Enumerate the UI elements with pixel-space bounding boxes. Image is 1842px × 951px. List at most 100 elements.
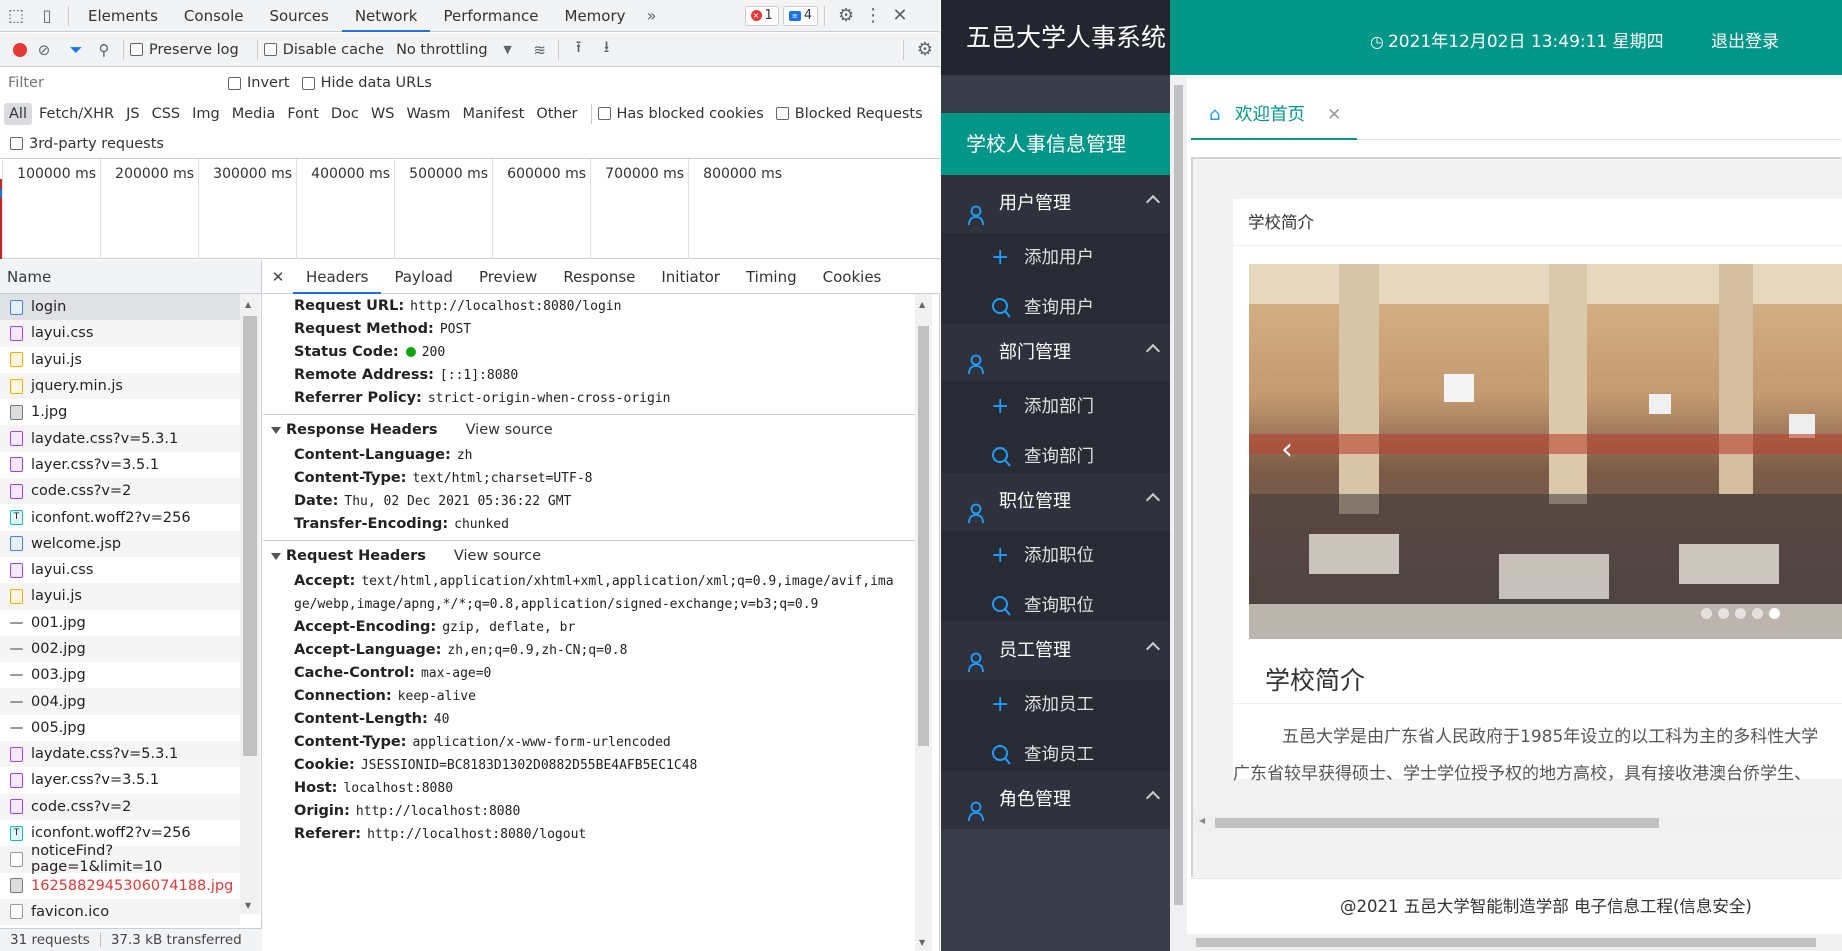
- disable-cache-checkbox[interactable]: Disable cache: [263, 42, 384, 58]
- filter-type-js[interactable]: JS: [121, 103, 144, 125]
- filter-type-doc[interactable]: Doc: [326, 103, 364, 125]
- response-headers-section-title[interactable]: Response Headers View source: [263, 414, 918, 444]
- tab-response[interactable]: Response: [550, 260, 648, 294]
- filter-type-fetchxhr[interactable]: Fetch/XHR: [34, 103, 119, 125]
- carousel-prev-icon[interactable]: ‹: [1281, 432, 1293, 467]
- sidebar-scrollbar[interactable]: [1170, 75, 1187, 951]
- tab-initiator[interactable]: Initiator: [648, 260, 733, 294]
- nav-title[interactable]: 学校人事信息管理: [941, 113, 1170, 175]
- message-badge[interactable]: ≡ 4: [782, 5, 819, 26]
- tab-performance[interactable]: Performance: [430, 0, 551, 32]
- filter-type-font[interactable]: Font: [282, 103, 324, 125]
- filter-type-wasm[interactable]: Wasm: [401, 103, 455, 125]
- filter-type-manifest[interactable]: Manifest: [457, 103, 529, 125]
- scrollbar-thumb[interactable]: [1215, 818, 1659, 828]
- device-toolbar-icon[interactable]: ▯: [32, 6, 62, 25]
- request-row[interactable]: 003.jpg: [0, 662, 240, 688]
- network-overview-timeline[interactable]: 100000 ms 200000 ms 300000 ms 400000 ms 5000…: [0, 159, 940, 259]
- tab-timing[interactable]: Timing: [733, 260, 810, 294]
- tab-memory[interactable]: Memory: [552, 0, 639, 32]
- request-row[interactable]: welcome.jsp: [0, 530, 240, 557]
- nav-item[interactable]: + 添加职位: [941, 531, 1170, 581]
- request-row[interactable]: laydate.css?v=5.3.1: [0, 425, 240, 452]
- request-row[interactable]: Ticonfont.woff2?v=256: [0, 820, 240, 846]
- request-row[interactable]: layer.css?v=3.5.1: [0, 452, 240, 478]
- request-row[interactable]: layui.js: [0, 583, 240, 610]
- record-icon[interactable]: [13, 42, 27, 57]
- import-har-icon[interactable]: ⭱: [565, 36, 593, 63]
- third-party-checkbox[interactable]: 3rd-party requests: [10, 136, 164, 152]
- filter-type-media[interactable]: Media: [227, 103, 281, 125]
- nav-item[interactable]: + 添加用户: [941, 233, 1170, 283]
- filter-type-all[interactable]: All: [4, 102, 32, 125]
- tab-preview[interactable]: Preview: [466, 260, 550, 294]
- tab-payload[interactable]: Payload: [381, 260, 466, 294]
- scrollbar-thumb[interactable]: [1196, 938, 1816, 947]
- blocked-requests-checkbox[interactable]: Blocked Requests: [775, 106, 923, 122]
- name-column-header[interactable]: Name: [0, 260, 261, 294]
- scroll-up-icon[interactable]: ▲: [919, 300, 925, 309]
- more-options-icon[interactable]: ⋮: [861, 5, 885, 26]
- more-tabs-chevron-icon[interactable]: »: [639, 6, 665, 25]
- carousel-dot-active[interactable]: [1769, 608, 1780, 619]
- hide-data-urls-checkbox[interactable]: Hide data URLs: [301, 75, 432, 91]
- request-row[interactable]: laydate.css?v=5.3.1: [0, 741, 240, 768]
- request-list-scrollbar[interactable]: ▲ ▼: [240, 294, 260, 914]
- has-blocked-cookies-checkbox[interactable]: Has blocked cookies: [597, 106, 764, 122]
- nav-item[interactable]: + 添加员工: [941, 680, 1170, 730]
- scrollbar-thumb[interactable]: [1174, 85, 1183, 905]
- clear-icon[interactable]: ⊘: [27, 41, 61, 59]
- invert-checkbox[interactable]: Invert: [228, 75, 290, 91]
- close-detail-icon[interactable]: ✕: [263, 268, 293, 286]
- settings-gear-icon[interactable]: ⚙: [831, 5, 861, 26]
- request-row[interactable]: jquery.min.js: [0, 372, 240, 400]
- nav-group-1[interactable]: 部门管理: [941, 324, 1170, 382]
- scrollbar-thumb[interactable]: [243, 316, 257, 756]
- chevron-down-icon[interactable]: ▼: [488, 43, 528, 56]
- export-har-icon[interactable]: ⭳: [593, 36, 621, 63]
- tab-elements[interactable]: Elements: [75, 0, 171, 32]
- request-row[interactable]: 001.jpg: [0, 610, 240, 636]
- request-row[interactable]: layui.js: [0, 347, 240, 373]
- logout-link[interactable]: 退出登录: [1711, 27, 1779, 52]
- carousel-dot[interactable]: [1701, 608, 1712, 619]
- tab-headers[interactable]: Headers: [293, 260, 382, 294]
- content-horizontal-scrollbar[interactable]: ◀: [1193, 814, 1842, 831]
- nav-group-2[interactable]: 职位管理: [941, 473, 1170, 531]
- request-row[interactable]: layui.css: [0, 557, 240, 583]
- scroll-up-icon[interactable]: ▲: [245, 300, 251, 309]
- nav-group-0[interactable]: 用户管理: [941, 175, 1170, 233]
- response-view-source-link[interactable]: View source: [466, 422, 553, 438]
- filter-input[interactable]: [3, 72, 208, 94]
- carousel-dot[interactable]: [1735, 608, 1746, 619]
- close-tab-icon[interactable]: ✕: [1327, 90, 1341, 140]
- scroll-down-icon[interactable]: ▼: [919, 938, 925, 947]
- request-row[interactable]: layer.css?v=3.5.1: [0, 767, 240, 793]
- request-row[interactable]: layui.css: [0, 320, 240, 347]
- nav-group-3[interactable]: 员工管理: [941, 622, 1170, 680]
- filter-type-ws[interactable]: WS: [366, 103, 400, 125]
- request-row[interactable]: code.css?v=2: [0, 793, 240, 820]
- tab-network[interactable]: Network: [341, 0, 431, 32]
- close-devtools-icon[interactable]: ✕: [885, 5, 915, 26]
- throttling-select[interactable]: No throttling: [396, 42, 488, 58]
- page-horizontal-scrollbar[interactable]: [1170, 934, 1842, 951]
- tab-sources[interactable]: Sources: [256, 0, 341, 32]
- network-settings-gear-icon[interactable]: ⚙: [910, 39, 940, 60]
- request-row[interactable]: 002.jpg: [0, 635, 240, 663]
- preserve-log-checkbox[interactable]: Preserve log: [130, 42, 239, 58]
- network-conditions-icon[interactable]: ≋: [528, 41, 552, 59]
- campus-carousel[interactable]: ‹: [1249, 264, 1842, 639]
- filter-icon[interactable]: ⏷: [61, 40, 91, 60]
- error-badge[interactable]: × 1: [744, 5, 779, 26]
- inspect-element-icon[interactable]: ⬚: [0, 6, 32, 26]
- nav-item[interactable]: + 添加部门: [941, 382, 1170, 432]
- carousel-dot[interactable]: [1718, 608, 1729, 619]
- tab-console[interactable]: Console: [171, 0, 257, 32]
- tab-welcome-home[interactable]: ⌂ 欢迎首页 ✕: [1191, 90, 1357, 140]
- detail-scrollbar[interactable]: ▲ ▼: [915, 294, 932, 951]
- request-headers-section-title[interactable]: Request Headers View source: [263, 540, 918, 570]
- nav-group-4[interactable]: 角色管理: [941, 771, 1170, 829]
- filter-type-css[interactable]: CSS: [147, 103, 186, 125]
- filter-type-img[interactable]: Img: [187, 103, 225, 125]
